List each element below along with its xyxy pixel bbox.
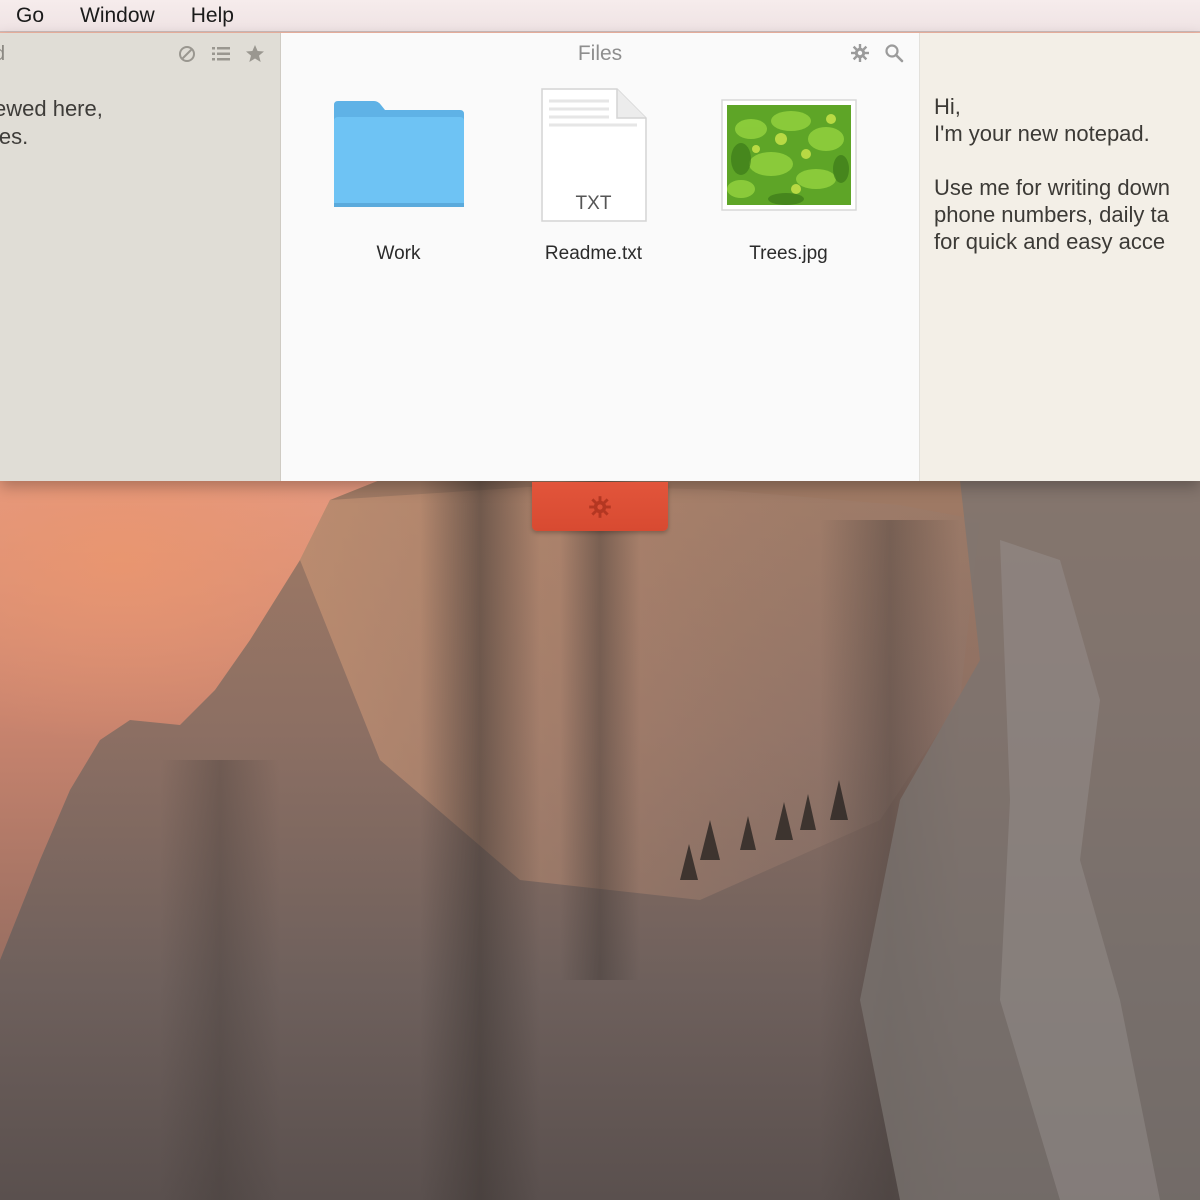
menu-bar: Go Window Help bbox=[0, 0, 1200, 32]
gear-icon bbox=[589, 495, 611, 518]
file-item-readme[interactable]: TXT Readme.txt bbox=[496, 88, 691, 265]
left-pane-toolbar bbox=[176, 43, 266, 65]
file-type-badge: TXT bbox=[575, 193, 612, 214]
files-pane-title: Files bbox=[577, 42, 623, 65]
gear-icon[interactable] bbox=[849, 42, 871, 64]
file-label: Trees.jpg bbox=[749, 243, 828, 264]
star-icon[interactable] bbox=[244, 43, 266, 65]
search-icon[interactable] bbox=[883, 42, 905, 64]
text-file-icon: TXT bbox=[524, 88, 664, 222]
menu-window[interactable]: Window bbox=[80, 4, 155, 28]
left-pane-title: d bbox=[0, 43, 5, 66]
notepad-pane: Hi, I'm your new notepad. Use me for wri… bbox=[920, 33, 1200, 481]
file-label: Work bbox=[376, 243, 421, 264]
file-label: Readme.txt bbox=[544, 243, 643, 264]
menu-go[interactable]: Go bbox=[16, 4, 44, 28]
no-entry-icon[interactable] bbox=[176, 43, 198, 65]
files-pane-toolbar bbox=[849, 42, 905, 64]
file-item-work[interactable]: Work bbox=[301, 91, 496, 265]
notepad-text[interactable]: Hi, I'm your new notepad. Use me for wri… bbox=[934, 93, 1170, 255]
app-window: d ewed here, les. Files bbox=[0, 33, 1200, 481]
list-icon[interactable] bbox=[210, 43, 232, 65]
file-item-trees[interactable]: Trees.jpg bbox=[691, 91, 886, 265]
left-note-text[interactable]: ewed here, les. bbox=[0, 95, 103, 151]
folder-icon bbox=[329, 91, 469, 219]
files-grid: Work TXT Readme.txt Trees.jpg bbox=[301, 88, 886, 265]
left-pane: d ewed here, les. bbox=[0, 33, 281, 481]
menu-help[interactable]: Help bbox=[191, 4, 234, 28]
files-pane: Files Work TXT Readme.txt Trees.jpg bbox=[281, 33, 920, 481]
settings-pull-tab[interactable] bbox=[532, 482, 668, 531]
image-thumbnail bbox=[719, 91, 859, 219]
